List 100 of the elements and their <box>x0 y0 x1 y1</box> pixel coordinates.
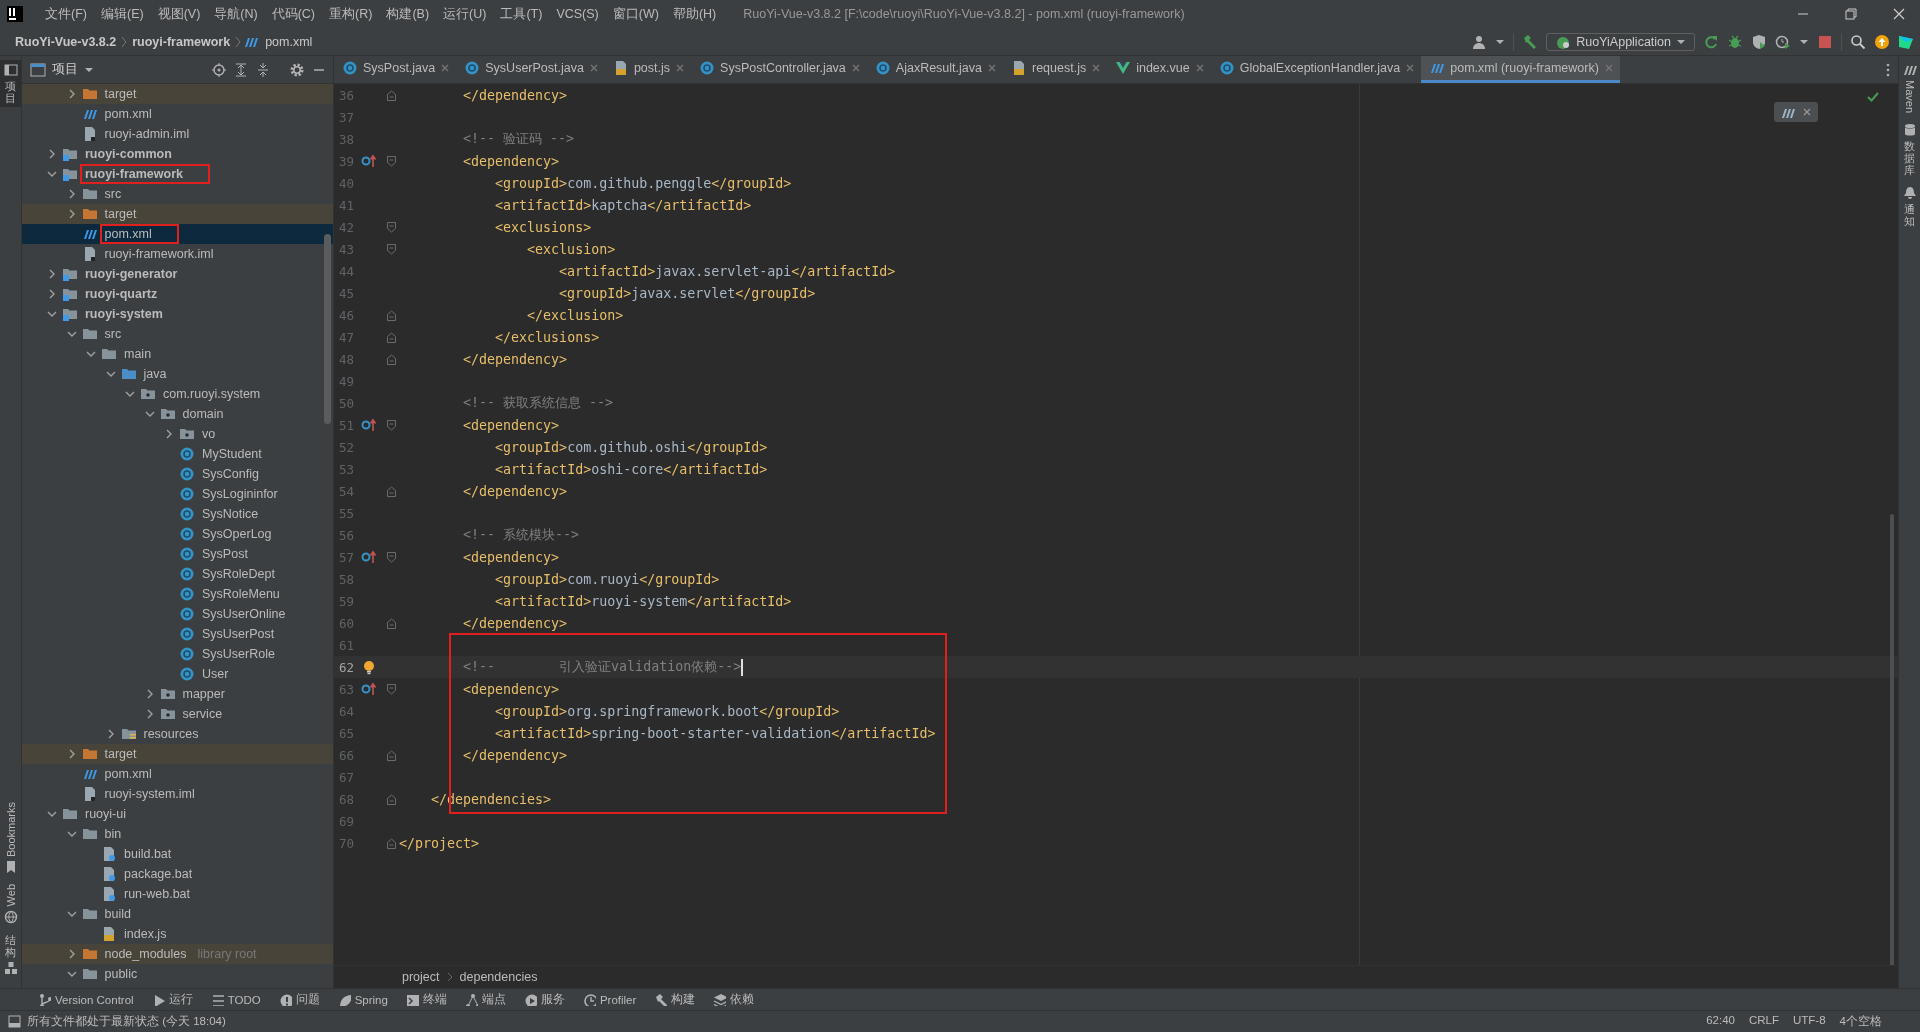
status-item[interactable]: 4个空格 <box>1839 1014 1882 1029</box>
tree-item[interactable]: SysPost <box>22 544 333 564</box>
fold-marker-icon[interactable] <box>386 308 397 322</box>
tree-item[interactable]: service <box>22 704 333 724</box>
breadcrumb-item[interactable]: project <box>402 970 440 984</box>
tree-item[interactable]: main <box>22 344 333 364</box>
tree-item[interactable]: pom.xml <box>22 104 333 124</box>
tree-item[interactable]: ruoyi-generator <box>22 264 333 284</box>
tool-window-button[interactable]: 服务 <box>515 989 573 1010</box>
tree-item[interactable]: ruoyi-system <box>22 304 333 324</box>
fold-marker-icon[interactable] <box>386 550 397 564</box>
tool-window-button[interactable]: 构建 <box>646 989 704 1010</box>
profiler-icon[interactable] <box>1775 33 1791 50</box>
tool-window-button[interactable]: 项目 <box>0 60 21 108</box>
menu-item[interactable]: 编辑(E) <box>93 5 151 23</box>
tree-item[interactable]: ruoyi-system.iml <box>22 784 333 804</box>
bug-icon[interactable] <box>1727 33 1743 50</box>
fold-marker-icon[interactable] <box>386 330 397 344</box>
menu-item[interactable]: VCS(S) <box>549 7 606 21</box>
editor-tab[interactable]: pom.xml (ruoyi-framework) <box>1421 56 1620 83</box>
update-icon[interactable] <box>1874 33 1890 50</box>
status-item[interactable]: 62:40 <box>1706 1014 1735 1029</box>
fold-marker-icon[interactable] <box>386 836 397 850</box>
editor-tab[interactable]: post.js <box>604 56 692 83</box>
fold-marker-icon[interactable] <box>386 748 397 762</box>
maven-reload-popup[interactable] <box>1774 102 1818 122</box>
editor-tab[interactable]: index.vue <box>1107 56 1211 83</box>
tool-window-button[interactable]: Bookmarks <box>0 799 21 878</box>
fold-marker-icon[interactable] <box>386 792 397 806</box>
tree-item[interactable]: vo <box>22 424 333 444</box>
tree-item[interactable]: ruoyi-ui <box>22 804 333 824</box>
tree-item[interactable]: java <box>22 364 333 384</box>
fold-marker-icon[interactable] <box>386 154 397 168</box>
tree-item[interactable]: SysLogininfor <box>22 484 333 504</box>
fold-marker-icon[interactable] <box>386 682 397 696</box>
search-icon[interactable] <box>1850 33 1866 50</box>
tree-item[interactable]: resources <box>22 724 333 744</box>
breadcrumb-item[interactable]: pom.xml <box>262 34 316 49</box>
tool-window-button[interactable]: 依赖 <box>705 989 763 1010</box>
tree-item[interactable]: target <box>22 204 333 224</box>
tree-item[interactable]: ruoyi-quartz <box>22 284 333 304</box>
more-icon[interactable] <box>1886 62 1890 77</box>
fold-marker-icon[interactable] <box>386 242 397 256</box>
tool-window-button[interactable]: Version Control <box>30 989 142 1010</box>
tree-item[interactable]: SysNotice <box>22 504 333 524</box>
tool-window-button[interactable]: 终端 <box>397 989 455 1010</box>
stop-icon[interactable] <box>1817 33 1833 50</box>
menu-item[interactable]: 文件(F) <box>38 5 94 23</box>
run-configuration-dropdown[interactable]: RuoYiApplication <box>1546 32 1695 51</box>
shield-icon[interactable] <box>1751 33 1767 50</box>
menu-item[interactable]: 代码(C) <box>264 5 323 23</box>
dependency-gutter-icon[interactable] <box>361 153 377 169</box>
tree-item[interactable]: index.js <box>22 924 333 944</box>
tree-item[interactable]: ruoyi-admin.iml <box>22 124 333 144</box>
tree-item[interactable]: ruoyi-framework.iml <box>22 244 333 264</box>
editor-tab[interactable]: SysPost.java <box>334 56 457 83</box>
fold-marker-icon[interactable] <box>386 352 397 366</box>
fold-marker-icon[interactable] <box>386 220 397 234</box>
tree-item[interactable]: SysRoleDept <box>22 564 333 584</box>
tree-item[interactable]: public <box>22 964 333 984</box>
scrollbar-thumb[interactable] <box>324 234 331 424</box>
tree-item[interactable]: SysUserOnline <box>22 604 333 624</box>
tree-item[interactable]: ruoyi-common <box>22 144 333 164</box>
editor-tab[interactable]: SysUserPost.java <box>456 56 605 83</box>
tree-item[interactable]: src <box>22 324 333 344</box>
tree-item[interactable]: User <box>22 664 333 684</box>
restore-icon[interactable] <box>1844 7 1858 21</box>
tool-window-button[interactable]: 运行 <box>143 989 201 1010</box>
editor-tab[interactable]: GlobalExceptionHandler.java <box>1210 56 1422 83</box>
fold-marker-icon[interactable] <box>386 484 397 498</box>
tree-item[interactable]: build <box>22 904 333 924</box>
status-item[interactable]: UTF-8 <box>1793 1014 1826 1029</box>
hammer-icon[interactable] <box>1522 33 1539 50</box>
tool-window-button[interactable]: 问题 <box>270 989 328 1010</box>
scrollbar-thumb[interactable] <box>1890 514 1894 965</box>
tree-item[interactable]: SysConfig <box>22 464 333 484</box>
menu-item[interactable]: 视图(V) <box>150 5 208 23</box>
menu-item[interactable]: 构建(B) <box>379 5 437 23</box>
fold-marker-icon[interactable] <box>386 418 397 432</box>
expand-all-icon[interactable] <box>233 61 249 78</box>
toolbox-logo-icon[interactable] <box>1898 33 1914 50</box>
tree-item[interactable]: target <box>22 744 333 764</box>
tree-item[interactable]: SysOperLog <box>22 524 333 544</box>
dependency-gutter-icon[interactable] <box>361 417 377 433</box>
breadcrumb-item[interactable]: dependencies <box>459 970 538 984</box>
tool-window-button[interactable]: Profiler <box>574 989 645 1010</box>
panel-toggle-icon[interactable] <box>8 1015 21 1028</box>
breadcrumb-item[interactable]: ruoyi-framework <box>129 34 234 49</box>
tool-window-button[interactable]: Maven <box>1899 60 1920 117</box>
close-icon[interactable] <box>1892 7 1906 21</box>
tree-item[interactable]: pom.xml <box>22 224 333 244</box>
editor-tab[interactable]: request.js <box>1003 56 1108 83</box>
tool-window-button[interactable]: 通知 <box>1899 183 1920 231</box>
tool-window-button[interactable]: Spring <box>329 989 396 1010</box>
tree-item[interactable]: com.ruoyi.system <box>22 384 333 404</box>
tree-item[interactable]: bin <box>22 824 333 844</box>
locate-icon[interactable] <box>211 61 227 78</box>
tree-item[interactable]: package.bat <box>22 864 333 884</box>
tree-item[interactable]: src <box>22 184 333 204</box>
editor-tab[interactable]: SysPostController.java <box>691 56 867 83</box>
